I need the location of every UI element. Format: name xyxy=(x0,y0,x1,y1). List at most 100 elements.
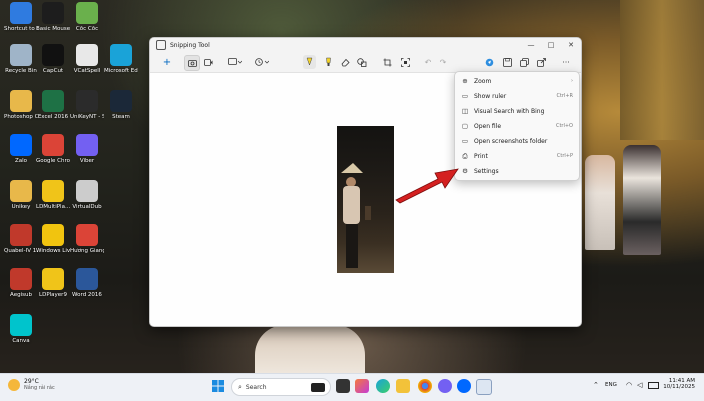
desktop-app-icon xyxy=(42,90,64,112)
weather-widget[interactable]: 29°C Nắng rải rác xyxy=(8,378,55,391)
desktop-app-icon xyxy=(76,2,98,24)
eraser-icon[interactable] xyxy=(339,55,351,69)
desktop-icon[interactable]: Basic Mouse Skills xyxy=(36,2,70,33)
zoom-icon: ⊕ xyxy=(462,77,468,85)
menu-item-label: Zoom xyxy=(474,77,492,85)
desktop-icon[interactable]: Windows Live Mail xyxy=(36,224,70,255)
desktop-app-icon xyxy=(10,134,32,156)
desktop-icon[interactable]: VCatSpell xyxy=(70,44,104,75)
viber-taskbar-icon[interactable] xyxy=(438,379,452,393)
snipping-tool-icon xyxy=(156,40,166,50)
menu-item-label: Show ruler xyxy=(474,92,507,100)
taskbar-search-box[interactable]: ⌕ Search xyxy=(231,378,331,396)
wifi-icon[interactable]: ◠ xyxy=(626,381,632,389)
desktop-app-icon xyxy=(10,2,32,24)
screenshot-mode-icon[interactable] xyxy=(184,55,200,71)
chrome-taskbar-icon[interactable] xyxy=(418,379,432,393)
menu-item-show-ruler[interactable]: ▭ Show ruler Ctrl+R xyxy=(455,89,579,103)
desktop-icon-label: Basic Mouse Skills xyxy=(36,26,70,32)
battery-icon[interactable] xyxy=(648,382,659,389)
menu-item-shortcut: Ctrl+P xyxy=(556,153,573,159)
desktop-icon[interactable]: VirtualDub xyxy=(70,180,104,211)
menu-item-shortcut: Ctrl+R xyxy=(556,93,573,99)
task-view-icon[interactable] xyxy=(336,379,350,393)
shapes-icon[interactable] xyxy=(356,55,368,69)
desktop-icon[interactable]: Photoshop CS6 Portab... xyxy=(4,90,38,121)
desktop-icon[interactable]: Hương Giang - Chrome xyxy=(70,224,104,255)
menu-item-open-screenshots-folder[interactable]: ▭ Open screenshots folder xyxy=(455,134,579,148)
copilot-icon[interactable] xyxy=(355,379,369,393)
maximize-button[interactable]: □ xyxy=(541,38,561,52)
desktop-icon[interactable]: Steam xyxy=(104,90,138,121)
menu-item-zoom[interactable]: ⊕ Zoom › xyxy=(455,74,579,88)
ballpoint-pen-icon[interactable] xyxy=(303,55,316,69)
clock[interactable]: 11:41 AM 10/11/2025 xyxy=(661,378,695,390)
visual-search-icon[interactable] xyxy=(483,55,495,69)
copy-icon[interactable] xyxy=(518,55,530,69)
desktop-icon-label: Excel 2016 xyxy=(37,114,69,120)
desktop-app-icon xyxy=(10,314,32,336)
desktop-icon[interactable]: CapCut xyxy=(36,44,70,75)
desktop-icon[interactable]: Unikey xyxy=(4,180,38,211)
desktop-icon[interactable]: Word 2016 xyxy=(70,268,104,299)
volume-icon[interactable]: ◁ xyxy=(637,381,642,389)
language-indicator[interactable]: ENG xyxy=(605,382,617,388)
desktop-icon[interactable]: Quabel-IV 1.19.1 xyxy=(4,224,38,255)
desktop-icon[interactable]: Shortcut to Desktop (... xyxy=(4,2,38,33)
edge-taskbar-icon[interactable] xyxy=(376,379,390,393)
desktop-app-icon xyxy=(42,224,64,246)
desktop-icon[interactable]: Microsoft Edge xyxy=(104,44,138,75)
menu-item-label: Open screenshots folder xyxy=(474,137,548,145)
menu-item-settings[interactable]: ⚙ Settings xyxy=(455,164,579,178)
video-mode-icon[interactable] xyxy=(202,55,214,69)
highlighter-icon[interactable] xyxy=(322,55,334,69)
save-icon[interactable] xyxy=(501,55,513,69)
visual-search-icon: ◫ xyxy=(461,107,469,115)
desktop-icon-label: LDPlayer9 xyxy=(39,292,67,298)
desktop-icon[interactable]: UniKeyNT - Shortcut xyxy=(70,90,104,121)
desktop-icon[interactable]: LDMultiPla... xyxy=(36,180,70,211)
minimize-button[interactable]: — xyxy=(521,38,541,52)
desktop-app-icon xyxy=(10,224,32,246)
crop-icon[interactable] xyxy=(381,55,393,69)
new-snip-button[interactable]: + xyxy=(158,55,176,69)
desktop-icon[interactable]: Aegisub xyxy=(4,268,38,299)
file-explorer-icon[interactable] xyxy=(396,379,410,393)
desktop-icon-label: Aegisub xyxy=(10,292,32,298)
snip-shape-dropdown[interactable] xyxy=(225,55,245,69)
undo-icon[interactable]: ↶ xyxy=(422,55,434,69)
zalo-taskbar-icon[interactable] xyxy=(457,379,471,393)
open-file-icon: ▢ xyxy=(461,122,469,130)
background-person xyxy=(623,145,661,255)
menu-item-print[interactable]: ⎙ Print Ctrl+P xyxy=(455,149,579,163)
desktop-icon[interactable]: LDPlayer9 xyxy=(36,268,70,299)
desktop-app-icon xyxy=(110,90,132,112)
desktop-icon[interactable]: Excel 2016 xyxy=(36,90,70,121)
share-icon[interactable] xyxy=(535,55,547,69)
desktop-app-icon xyxy=(10,90,32,112)
text-actions-icon[interactable] xyxy=(399,55,411,69)
menu-item-visual-search-with-bing[interactable]: ◫ Visual Search with Bing xyxy=(455,104,579,118)
weather-temp: 29°C xyxy=(24,378,39,385)
close-button[interactable]: ✕ xyxy=(561,38,581,52)
start-button-icon[interactable] xyxy=(211,379,225,393)
title-bar: Snipping Tool — □ ✕ xyxy=(150,38,581,52)
show-hidden-icons[interactable]: ⌃ xyxy=(593,381,599,389)
desktop-icon[interactable]: Recycle Bin xyxy=(4,44,38,75)
desktop-icon[interactable]: Google Chrome xyxy=(36,134,70,165)
desktop-icon[interactable]: Canva xyxy=(4,314,38,345)
menu-item-label: Open file xyxy=(474,122,502,130)
clock-date: 10/11/2025 xyxy=(663,384,695,390)
desktop-icon[interactable]: Zalo xyxy=(4,134,38,165)
desktop-icon[interactable]: Viber xyxy=(70,134,104,165)
timer-dropdown[interactable] xyxy=(252,55,272,69)
desktop-icon-label: Zalo xyxy=(14,158,28,164)
see-more-button[interactable]: ··· xyxy=(559,55,573,69)
background-building xyxy=(620,0,704,140)
desktop-icon[interactable]: Cốc Cốc xyxy=(70,2,104,33)
desktop-app-icon xyxy=(76,224,98,246)
redo-icon[interactable]: ↷ xyxy=(437,55,449,69)
snipping-tool-taskbar-icon[interactable] xyxy=(476,379,492,395)
menu-item-open-file[interactable]: ▢ Open file Ctrl+O xyxy=(455,119,579,133)
weather-sun-icon xyxy=(8,378,20,391)
